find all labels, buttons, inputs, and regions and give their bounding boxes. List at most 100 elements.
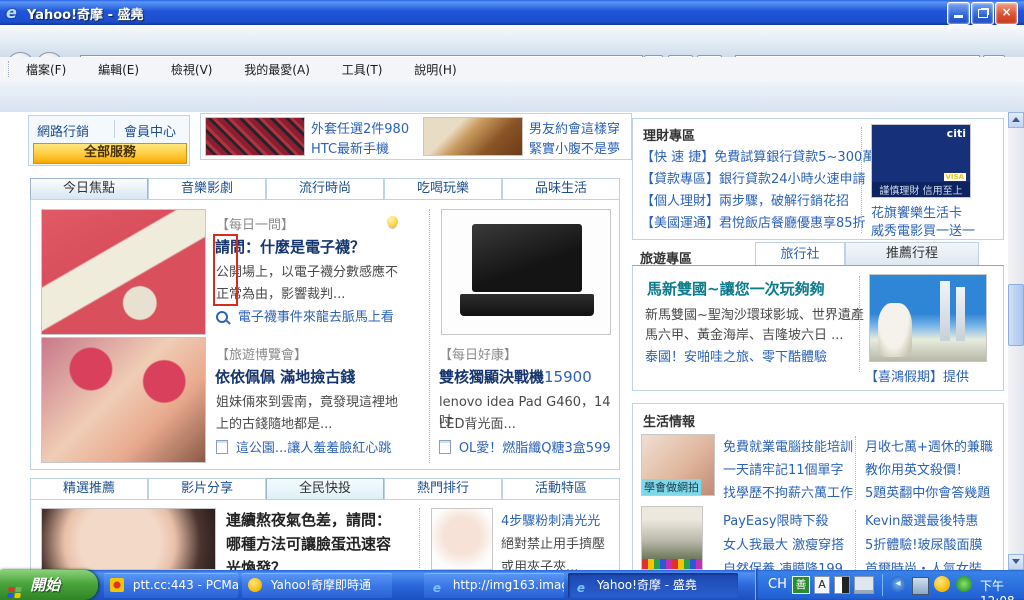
- story-tag: 【旅遊博覽會】: [216, 348, 308, 363]
- merlion-towers-image[interactable]: [869, 274, 987, 362]
- skincare-woman-image[interactable]: [431, 508, 493, 570]
- travel-headline-link[interactable]: 馬新雙國~讓您一次玩夠夠: [647, 278, 825, 299]
- nav-member-link[interactable]: 會員中心: [124, 121, 176, 140]
- bottom-tab-featured[interactable]: 精選推薦: [30, 478, 148, 500]
- language-bar-collapse-icon[interactable]: ◂: [890, 576, 906, 592]
- finance-link[interactable]: 【快 速 捷】免費試算銀行貸款5~300萬: [641, 146, 875, 165]
- antivirus-tray-icon[interactable]: [956, 576, 972, 592]
- card-caption: 謹慎理財 信用至上: [872, 182, 970, 197]
- travel-tab-agency[interactable]: 旅行社: [755, 242, 845, 267]
- story-more-link[interactable]: 這公園...讓人羞羞臉紅心跳: [216, 437, 391, 456]
- taekwondo-feet-image[interactable]: [41, 209, 206, 335]
- messenger-tray-icon[interactable]: [934, 576, 950, 592]
- link-label: 這公園...讓人羞羞臉紅心跳: [235, 441, 392, 456]
- task-pcman[interactable]: ptt.cc:443 - PCMan: [104, 573, 238, 598]
- life-link[interactable]: 自然保養 凍膜降199: [723, 558, 843, 570]
- poll-woman-image[interactable]: [41, 508, 216, 570]
- laptop-image[interactable]: [441, 209, 611, 335]
- scroll-up-button[interactable]: [1008, 112, 1024, 128]
- ime-mode-icon[interactable]: 善: [792, 576, 810, 594]
- life-link[interactable]: 首爾時尚・人氣女裝: [865, 558, 982, 570]
- life-link[interactable]: 女人我最大 激瘦穿搭: [723, 534, 844, 553]
- task-label: Yahoo!奇摩 - 盛堯: [596, 578, 697, 592]
- citi-card-image[interactable]: citi VISA 謹慎理財 信用至上: [871, 124, 971, 198]
- scrollbar-thumb[interactable]: [1008, 284, 1024, 346]
- start-button[interactable]: 開始: [0, 570, 98, 600]
- menu-file[interactable]: 檔案(F): [12, 57, 80, 82]
- menu-favorites[interactable]: 我的最愛(A): [230, 57, 324, 82]
- life-link[interactable]: 月收七萬+週休的兼職: [865, 436, 993, 455]
- tab-bar: ★ ▾ Y! Yahoo!奇摩 × e 來個 PPT 短網址 - ... ★ B…: [0, 81, 1024, 196]
- bottom-tab-poll[interactable]: 全民快投: [266, 478, 384, 500]
- travel-body: 馬六甲、黃金海岸、吉隆坡六日 ...: [645, 328, 844, 343]
- tab-label: 流行時尚: [298, 181, 351, 196]
- promo-link[interactable]: 外套任選2件980: [311, 118, 409, 137]
- life-link[interactable]: 一天請牢記11個單字: [723, 459, 844, 478]
- bottom-tab-video[interactable]: 影片分享: [148, 478, 266, 500]
- main-tab-food[interactable]: 吃喝玩樂: [384, 178, 502, 200]
- finance-link[interactable]: 【個人理財】兩步驟，破解行銷花招: [641, 190, 849, 209]
- clock[interactable]: 下午 12:08: [980, 577, 1024, 600]
- vertical-scrollbar[interactable]: [1008, 112, 1024, 570]
- restore-button[interactable]: [971, 2, 994, 25]
- column-divider: [861, 127, 862, 233]
- plaid-jacket-image[interactable]: [205, 117, 305, 156]
- bottom-tab-ranking[interactable]: 熱門排行: [384, 478, 502, 500]
- finance-link[interactable]: 【貸款專區】銀行貸款24小時火速申請: [641, 168, 866, 187]
- promo-link[interactable]: 男友約會這樣穿: [529, 118, 620, 137]
- citi-logo: citi: [946, 127, 966, 140]
- tab-label: 推薦行程: [885, 246, 938, 261]
- skincare-link[interactable]: 4步驟粉刺清光光: [501, 510, 600, 529]
- menu-tools[interactable]: 工具(T): [328, 57, 397, 82]
- citi-card-link[interactable]: 花旗饗樂生活卡: [871, 202, 962, 221]
- citi-movie-link[interactable]: 威秀電影買一送一: [871, 220, 975, 239]
- credit-link[interactable]: 【喜鴻假期】提供: [865, 370, 969, 385]
- language-indicator[interactable]: CH: [768, 577, 787, 592]
- nav-marketing-link[interactable]: 網路行銷: [37, 121, 89, 140]
- price-text: 15900: [544, 368, 592, 386]
- finance-link[interactable]: 【美國運通】君悅飯店餐廳優惠享85折: [641, 212, 866, 231]
- life-link[interactable]: 免費就業電腦技能培訓: [723, 436, 853, 455]
- story-title-link[interactable]: 依依佩佩 滿地撿古錢: [215, 366, 355, 387]
- payeasy-shoe-image[interactable]: [641, 506, 703, 570]
- promo-link[interactable]: 緊實小腹不是夢: [529, 138, 620, 157]
- keyboard-settings-icon[interactable]: [854, 576, 874, 594]
- ime-halfwidth-icon[interactable]: [834, 576, 850, 594]
- menu-edit[interactable]: 編輯(E): [84, 57, 153, 82]
- window-titlebar[interactable]: e Yahoo!奇摩 - 盛堯 ×: [0, 0, 1024, 25]
- life-link[interactable]: Kevin嚴選最後特惠: [865, 510, 978, 529]
- life-link[interactable]: PayEasy限時下殺: [723, 510, 829, 529]
- close-button[interactable]: ×: [995, 2, 1018, 25]
- life-link[interactable]: 找學歷不拘薪六萬工作: [723, 482, 853, 501]
- all-services-button[interactable]: 全部服務: [33, 143, 187, 164]
- main-tab-taste[interactable]: 品味生活: [502, 178, 620, 200]
- girls-noodles-image[interactable]: [41, 337, 206, 463]
- down-arrow-icon: [1012, 559, 1020, 564]
- menu-help[interactable]: 說明(H): [400, 57, 470, 82]
- brown-shoes-image[interactable]: [423, 117, 523, 156]
- task-messenger[interactable]: Yahoo!奇摩即時通: [242, 573, 392, 598]
- webshop-girl-image[interactable]: 學會做網拍: [641, 434, 715, 496]
- task-yahoo-active[interactable]: e Yahoo!奇摩 - 盛堯: [568, 573, 738, 598]
- main-tab-today[interactable]: 今日焦點: [30, 178, 148, 200]
- life-link[interactable]: 5折體驗!玻尿酸面膜: [865, 534, 982, 553]
- task-imageshack[interactable]: e http://img163.imagesh...: [424, 573, 564, 598]
- lightbulb-icon: [387, 216, 398, 227]
- life-link[interactable]: 5題英翻中你會答幾題: [865, 482, 990, 501]
- promo-link[interactable]: HTC最新手機: [311, 138, 389, 157]
- minimize-button[interactable]: [947, 2, 970, 25]
- tab-label: 全民快投: [298, 481, 351, 496]
- travel-link[interactable]: 泰國！安啪哇之旅、零下酷體驗: [645, 346, 827, 365]
- life-link[interactable]: 教你用英文殺價！: [865, 459, 969, 478]
- story-title-link[interactable]: 雙核獨顯決戰機15900: [439, 366, 592, 387]
- main-tab-music[interactable]: 音樂影劇: [148, 178, 266, 200]
- tab-label: 音樂影劇: [180, 181, 233, 196]
- main-tab-fashion[interactable]: 流行時尚: [266, 178, 384, 200]
- menu-view[interactable]: 檢視(V): [157, 57, 227, 82]
- ime-latin-icon[interactable]: A: [814, 576, 830, 594]
- bottom-tab-events[interactable]: 活動特區: [502, 478, 620, 500]
- scroll-down-button[interactable]: [1008, 554, 1024, 570]
- display-audio-icon[interactable]: [912, 577, 929, 595]
- story-more-link[interactable]: 電子襪事件來龍去脈馬上看: [216, 306, 394, 325]
- story-more-link[interactable]: OL愛！燃脂纖Q糖3盒599: [439, 437, 611, 456]
